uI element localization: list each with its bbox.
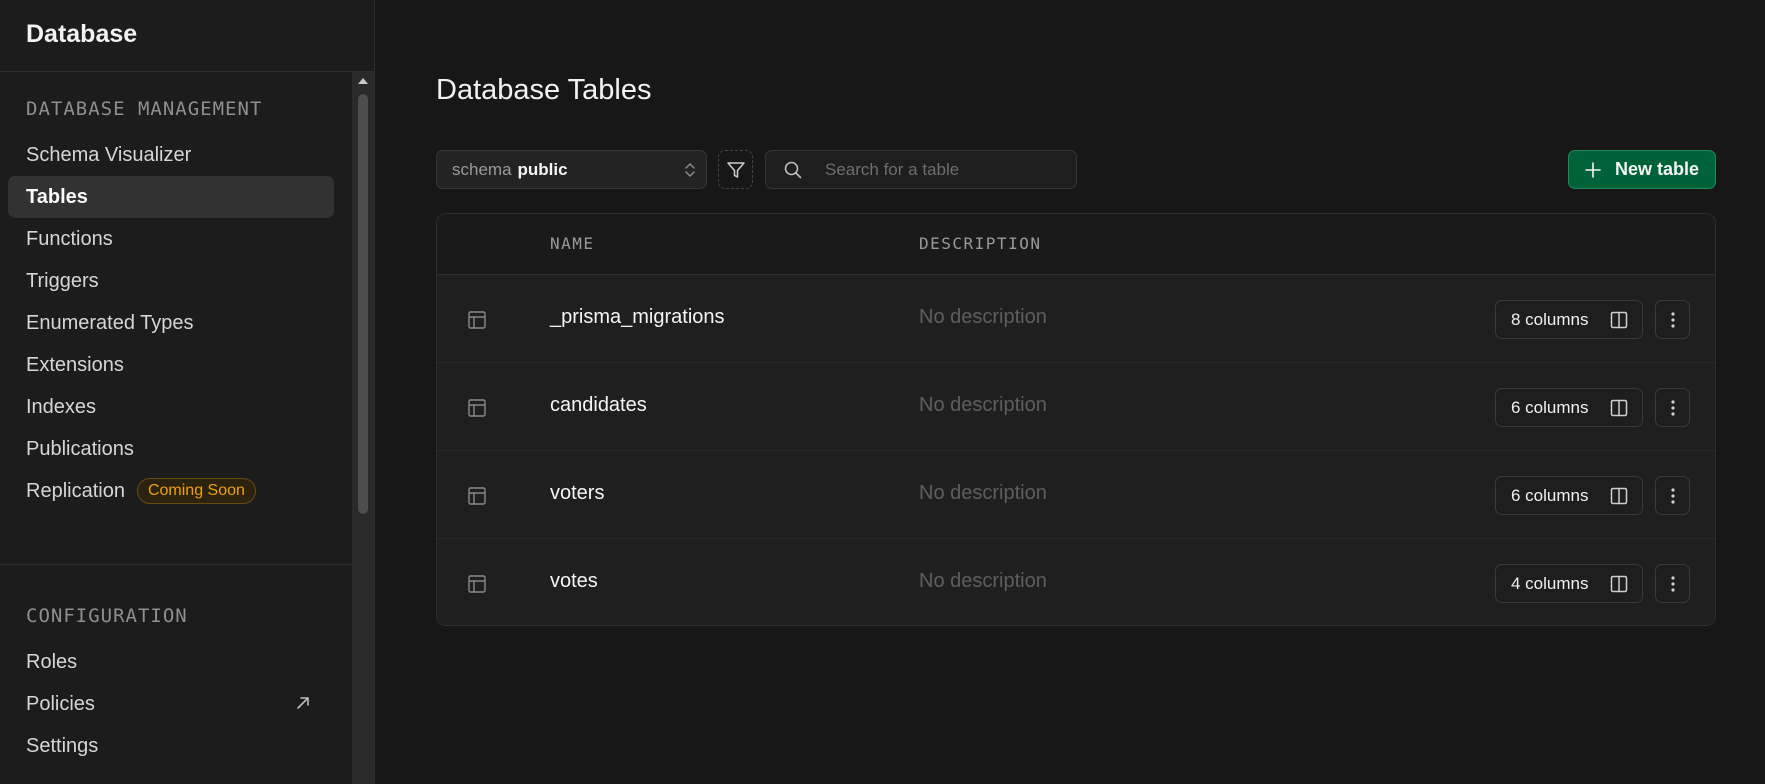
table-name[interactable]: votes (550, 570, 598, 593)
chevron-up-down-icon (685, 163, 695, 177)
scroll-up-arrow-icon[interactable] (358, 78, 368, 84)
sidebar-item-triggers[interactable]: Triggers (8, 260, 334, 302)
new-table-button[interactable]: New table (1568, 150, 1716, 189)
scroll-thumb[interactable] (358, 94, 368, 514)
sidebar-divider (0, 564, 352, 565)
more-vertical-icon (1670, 575, 1675, 592)
more-vertical-icon (1670, 311, 1675, 328)
sidebar-item-roles[interactable]: Roles (8, 641, 334, 683)
coming-soon-badge: Coming Soon (136, 478, 256, 504)
schema-select-label: schema (452, 159, 512, 179)
more-actions-button[interactable] (1655, 388, 1690, 427)
table-icon (468, 487, 486, 505)
search-box (765, 150, 1077, 189)
view-columns-button[interactable]: 4 columns (1495, 564, 1643, 603)
more-actions-button[interactable] (1655, 300, 1690, 339)
columns-icon (1610, 311, 1628, 329)
sidebar-item-label: Policies (26, 692, 95, 715)
table-icon (468, 399, 486, 417)
sidebar-item-label: Functions (26, 227, 113, 250)
sidebar-item-schema-visualizer[interactable]: Schema Visualizer (8, 134, 334, 176)
sidebar-item-label: Publications (26, 437, 134, 460)
table-icon (468, 575, 486, 593)
view-columns-button[interactable]: 6 columns (1495, 476, 1643, 515)
sidebar: Database DATABASE MANAGEMENT Schema Visu… (0, 0, 375, 784)
table-row[interactable]: voters No description 6 columns (437, 451, 1715, 539)
column-header-description: DESCRIPTION (919, 234, 1042, 253)
table-row[interactable]: candidates No description 6 columns (437, 363, 1715, 451)
nav-list-configuration: Roles Policies Settings (0, 641, 352, 767)
sidebar-item-label: Triggers (26, 269, 99, 292)
columns-count: 4 columns (1511, 573, 1589, 593)
more-actions-button[interactable] (1655, 476, 1690, 515)
columns-count: 6 columns (1511, 485, 1589, 505)
table-description: No description (919, 482, 1047, 504)
sidebar-item-extensions[interactable]: Extensions (8, 344, 334, 386)
table-description: No description (919, 570, 1047, 592)
search-icon (784, 161, 802, 178)
table-row[interactable]: _prisma_migrations No description 8 colu… (437, 275, 1715, 363)
sidebar-header: Database (0, 0, 374, 72)
sidebar-item-label: Indexes (26, 395, 97, 418)
columns-icon (1610, 399, 1628, 417)
sidebar-title: Database (26, 20, 138, 48)
plus-icon (1585, 161, 1601, 178)
column-header-name: NAME (550, 234, 595, 253)
columns-icon (1610, 575, 1628, 593)
table-name[interactable]: _prisma_migrations (550, 306, 725, 329)
sidebar-item-label: Tables (26, 185, 88, 208)
more-actions-button[interactable] (1655, 564, 1690, 603)
tables-list: NAME DESCRIPTION _prisma_migrations No d… (436, 213, 1716, 626)
sidebar-item-replication[interactable]: Replication Coming Soon (8, 470, 334, 512)
table-name[interactable]: voters (550, 482, 604, 505)
table-row[interactable]: votes No description 4 columns (437, 539, 1715, 625)
sidebar-item-publications[interactable]: Publications (8, 428, 334, 470)
sidebar-item-label: Enumerated Types (26, 311, 194, 334)
sidebar-item-label: Extensions (26, 353, 124, 376)
sidebar-item-label: Replication (26, 479, 125, 502)
toolbar: schema public New table (436, 150, 1716, 189)
external-link-icon (297, 697, 309, 709)
view-columns-button[interactable]: 8 columns (1495, 300, 1643, 339)
table-description: No description (919, 394, 1047, 416)
new-table-label: New table (1614, 159, 1700, 179)
schema-select[interactable]: schema public (436, 150, 707, 189)
sidebar-item-settings[interactable]: Settings (8, 725, 334, 767)
table-header-row: NAME DESCRIPTION (437, 214, 1715, 275)
sidebar-item-label: Settings (26, 734, 99, 757)
table-icon (468, 311, 486, 329)
sidebar-nav: DATABASE MANAGEMENT Schema Visualizer Ta… (0, 72, 352, 784)
columns-count: 6 columns (1511, 397, 1589, 417)
sidebar-item-policies[interactable]: Policies (8, 683, 334, 725)
sidebar-item-indexes[interactable]: Indexes (8, 386, 334, 428)
filter-icon (726, 161, 745, 178)
section-heading-database-management: DATABASE MANAGEMENT (26, 98, 263, 120)
view-columns-button[interactable]: 6 columns (1495, 388, 1643, 427)
sidebar-scrollbar[interactable] (352, 72, 374, 784)
sidebar-item-label: Roles (26, 650, 78, 673)
sidebar-item-enumerated-types[interactable]: Enumerated Types (8, 302, 334, 344)
main-content: Database Tables schema public Ne (375, 0, 1765, 784)
sidebar-item-functions[interactable]: Functions (8, 218, 334, 260)
columns-count: 8 columns (1511, 309, 1589, 329)
table-description: No description (919, 306, 1047, 328)
nav-list-database-management: Schema Visualizer Tables Functions Trigg… (0, 134, 352, 512)
schema-select-value: public (517, 159, 568, 179)
columns-icon (1610, 487, 1628, 505)
filter-button[interactable] (718, 150, 753, 189)
section-heading-configuration: CONFIGURATION (26, 605, 188, 627)
sidebar-item-tables[interactable]: Tables (8, 176, 334, 218)
page-title: Database Tables (436, 74, 652, 106)
more-vertical-icon (1670, 487, 1675, 504)
more-vertical-icon (1670, 399, 1675, 416)
sidebar-item-label: Schema Visualizer (26, 143, 192, 166)
search-input[interactable] (823, 158, 1073, 181)
table-name[interactable]: candidates (550, 394, 647, 417)
